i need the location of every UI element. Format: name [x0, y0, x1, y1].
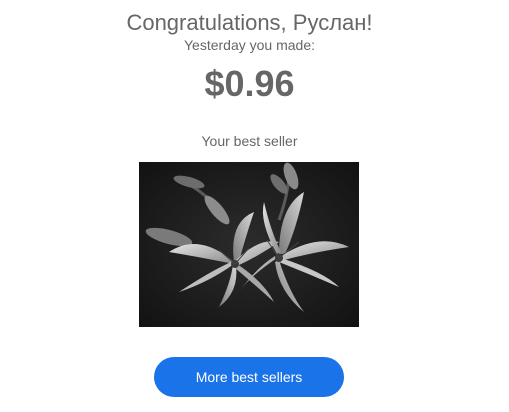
earnings-subtext: Yesterday you made:: [183, 37, 315, 53]
greeting-heading: Congratulations, Руслан!: [126, 10, 373, 35]
best-seller-image[interactable]: [139, 162, 359, 327]
best-seller-label: Your best seller: [201, 133, 298, 149]
email-content: Congratulations, Руслан! Yesterday you m…: [0, 0, 509, 412]
more-best-sellers-button[interactable]: More best sellers: [154, 357, 344, 397]
earnings-amount: $0.96: [204, 63, 295, 104]
lily-flower-photo-icon: [139, 162, 359, 327]
